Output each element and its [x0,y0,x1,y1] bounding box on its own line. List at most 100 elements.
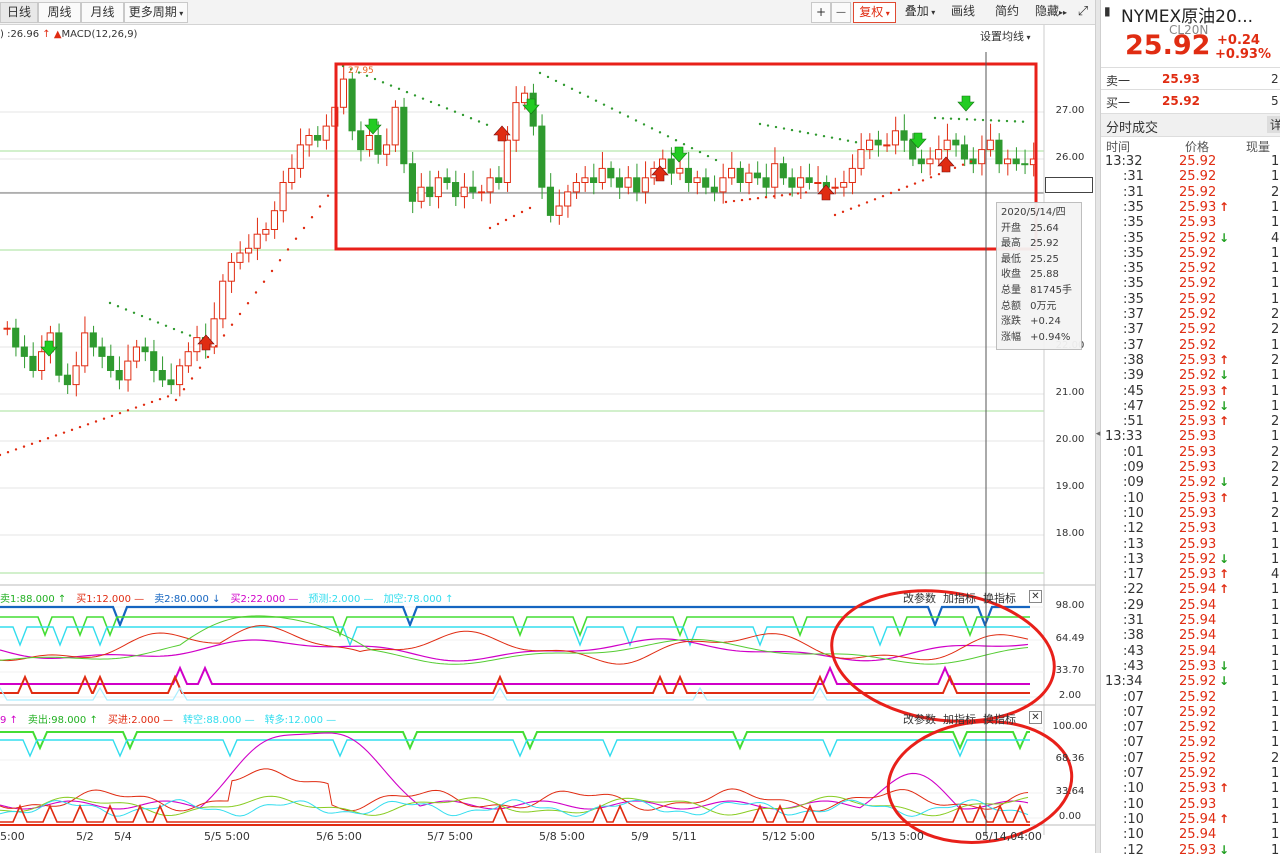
trade-volume: 1 [1271,597,1280,613]
candle-body [702,177,710,188]
sar-dot [150,400,154,404]
arrow-down-icon: ↓ [1219,230,1230,245]
candle-body [348,78,356,132]
candle-body [322,125,330,141]
candle-body [831,186,839,189]
candle-body [63,374,71,386]
candle-body [245,247,253,254]
trades-detail-button[interactable]: 详 [1267,116,1280,133]
close-icon[interactable]: ✕ [1029,711,1042,724]
sar-dot [270,269,274,273]
hide-button[interactable]: 隐藏▸▸ [1030,2,1072,23]
draw-line-button[interactable]: 画线 [945,2,981,23]
sar-dot [38,439,42,443]
trade-volume: 1 [1271,291,1280,307]
sub1-legend: 卖1:88.000 ↑ 买1:12.000 — 卖2:80.000 ↓ 买2:22.0… [0,590,463,605]
candle-body [952,139,960,146]
trade-volume: 2 [1271,475,1280,491]
sar-dot [142,403,146,406]
trade-volume: 1 [1271,674,1280,690]
add-indicator-button[interactable]: 加指标 [943,592,976,605]
candle-body [227,261,235,282]
trade-price: 25.93 [1179,429,1217,445]
trade-price: 25.92 [1179,276,1217,292]
trade-price: 25.92 [1179,169,1217,185]
chevron-down-icon: ▾ [883,9,890,18]
overlay-button[interactable]: 叠加 ▾ [900,2,940,23]
sar-dot [156,321,160,324]
switch-indicator-button[interactable]: 换指标 [983,592,1016,605]
sub1-actions: 改参数 加指标 换指标 [903,590,1016,606]
period-day-button[interactable]: 日线 [0,2,38,23]
trade-time: :35 [1123,215,1144,231]
trade-price: 25.92 [1179,475,1217,491]
trade-price: 25.93 [1179,796,1217,812]
set-ma-button[interactable]: 设置均线 ▾ [980,28,1031,44]
switch-indicator-button[interactable]: 换指标 [983,713,1016,726]
simple-mode-button[interactable]: 简约 [989,2,1025,23]
trade-time: :35 [1123,230,1144,246]
trade-time: :39 [1123,368,1144,384]
trade-time: :13 [1123,551,1144,567]
sar-dot [973,118,977,121]
sar-dot [496,222,500,226]
adjust-rights-button[interactable]: 复权 ▾ [853,2,896,23]
trade-price: 25.94 [1179,827,1217,843]
highlight-rectangle [334,62,1038,251]
period-week-button[interactable]: 周线 [38,2,81,23]
sub2-step-line [0,739,1030,758]
trade-volume: 2 [1271,505,1280,521]
quote-panel: ▮ NYMEX原油20... CL20N 25.92 +0.24 +0.93% … [1101,0,1280,858]
change-params-button[interactable]: 改参数 [903,592,936,605]
candle-body [167,379,175,386]
sar-dot [504,218,508,222]
sar-dot [933,116,937,120]
candle-body [89,332,97,348]
trade-volume: 1 [1271,154,1280,169]
trade-price: 25.92 [1179,689,1217,705]
fullscreen-icon[interactable]: ⤢ [1073,2,1093,23]
sar-dot [578,91,582,94]
tooltip-value: 25.64 [1027,222,1059,234]
menu-icon[interactable]: ▮ [1104,4,1111,18]
trade-price: 25.92 [1179,398,1217,414]
sar-dot [126,409,130,412]
change-params-button[interactable]: 改参数 [903,713,936,726]
trade-volume: 1 [1271,827,1280,843]
candle-body [469,186,477,193]
sar-dot [278,259,282,262]
trade-volume: 1 [1271,536,1280,552]
candle-body [943,139,951,151]
sub1-tick-label: 2.00 [1058,690,1082,701]
zoom-in-button[interactable]: + [811,2,831,23]
zoom-out-button[interactable]: — [831,2,851,23]
candle-body [339,78,347,108]
tooltip-row: 涨幅 +0.94% [1001,330,1077,346]
sar-dot [969,160,973,163]
candle-body [995,139,1003,165]
trade-time: :43 [1123,658,1144,674]
sar-dot [804,191,808,194]
candlestick-series [3,62,1037,397]
close-icon[interactable]: ✕ [1029,590,1042,603]
candle-body [288,167,296,183]
trade-price: 25.92 [1179,735,1217,751]
period-month-button[interactable]: 月线 [81,2,124,23]
sar-dot [198,366,202,369]
price-tick-label: 18.00 [1055,528,1085,539]
trade-volume: 1 [1271,490,1280,506]
more-periods-button[interactable]: 更多周期 ▾ [124,2,188,23]
sar-dot [1021,120,1025,123]
sar-dot [690,146,694,150]
arrow-up-icon: ↑ [1219,811,1230,826]
date-tick-label: 5/5 5:00 [204,830,250,843]
sub2-tick-label: 68.36 [1055,753,1085,764]
arrow-down-icon: ↓ [1219,475,1230,490]
signal-arrows [40,95,975,357]
candle-body [443,177,451,184]
sar-dot [477,120,481,123]
kline-chart[interactable] [0,25,1095,853]
add-indicator-button[interactable]: 加指标 [943,713,976,726]
buy1-volume: 5 [1271,94,1279,108]
sar-dot [389,84,393,87]
